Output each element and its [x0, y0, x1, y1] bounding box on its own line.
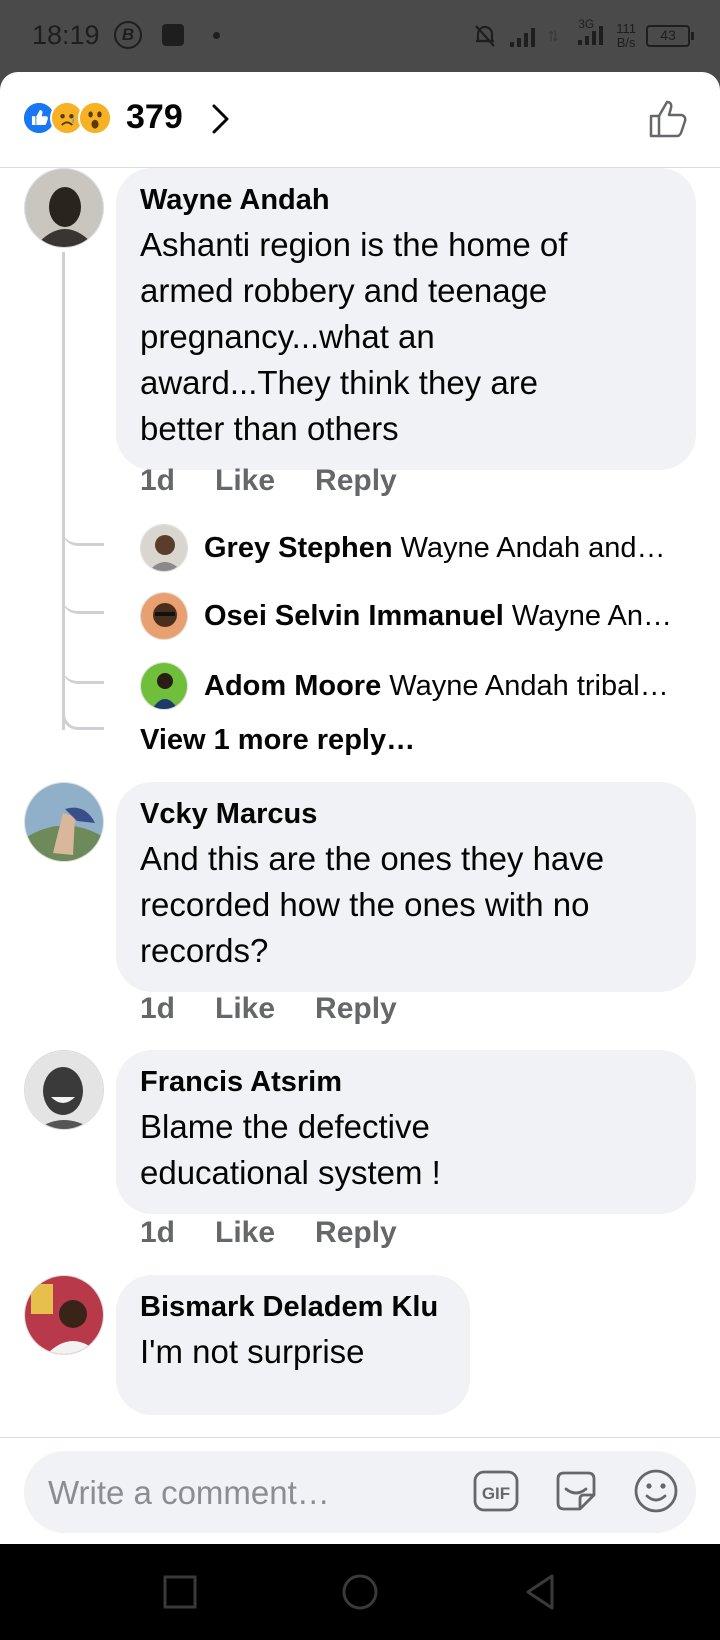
reply-snippet: Wayne An… [511, 600, 672, 632]
gif-icon[interactable]: GIF [472, 1469, 520, 1513]
comment-author[interactable]: Wayne Andah [140, 182, 672, 218]
reply-button[interactable]: Reply [315, 464, 397, 498]
comment-line: Blame the defective [140, 1108, 430, 1145]
comment-line: records? [140, 932, 269, 969]
status-icons: 3G 111 B/s 43 [472, 16, 694, 56]
comment-line: award...They think they are [140, 364, 539, 401]
reply-author[interactable]: Osei Selvin Immanuel [204, 600, 504, 632]
avatar-image [141, 663, 187, 709]
comment-input[interactable]: Write a comment… GIF [24, 1451, 696, 1533]
sticker-icon[interactable] [552, 1467, 600, 1515]
reply-author[interactable]: Adom Moore [204, 670, 381, 702]
comment-author[interactable]: Vcky Marcus [140, 796, 672, 832]
avatar-image [141, 525, 187, 571]
reactions-header[interactable]: 379 [0, 72, 720, 168]
speed-unit: B/s [616, 35, 636, 50]
thread-connector-end [62, 702, 104, 730]
comment-text: I'm not surprise [140, 1329, 446, 1375]
avatar-image [25, 1051, 103, 1129]
comment-line: better than others [140, 410, 399, 447]
like-button[interactable]: Like [215, 992, 275, 1026]
comments-sheet: 379 Wayne Andah Ashanti region is the ho… [0, 72, 720, 1544]
avatar-francis-atsrim[interactable] [24, 1050, 104, 1130]
comment-input-placeholder: Write a comment… [48, 1474, 330, 1511]
comment-text: And this are the ones they have recorded… [140, 836, 672, 974]
bell-off-icon [475, 25, 496, 47]
comment-line: pregnancy...what an [140, 318, 435, 355]
comment-line: And this are the ones they have [140, 840, 605, 877]
comment-actions: 1d Like Reply [140, 1216, 397, 1250]
avatar-grey-stephen[interactable] [140, 524, 188, 572]
avatar-wayne-andah[interactable] [24, 168, 104, 248]
emoji-icon[interactable] [632, 1467, 680, 1515]
comment-bubble[interactable]: Vcky Marcus And this are the ones they h… [116, 782, 696, 992]
comment-bubble[interactable]: Wayne Andah Ashanti region is the home o… [116, 168, 696, 470]
reply-button[interactable]: Reply [315, 992, 397, 1026]
speed-value: 111 [616, 21, 636, 36]
thread-connector [62, 656, 104, 684]
like-button[interactable]: Like [215, 464, 275, 498]
view-more-replies-link[interactable]: View 1 more reply… [140, 724, 415, 757]
network-speed: 111 B/s [616, 22, 636, 50]
recent-apps-icon[interactable] [158, 1570, 202, 1614]
comment-line: Ashanti region is the home of [140, 226, 568, 263]
comment-line: armed robbery and teenage [140, 272, 548, 309]
comment-bubble[interactable]: Bismark Deladem Klu I'm not surprise [116, 1275, 470, 1415]
avatar-osei-selvin-immanuel[interactable] [140, 592, 188, 640]
avatar-adom-moore[interactable] [140, 662, 188, 710]
signal-icon [510, 28, 536, 47]
comment-actions: 1d Like Reply [140, 992, 397, 1026]
avatar-image [25, 783, 103, 861]
comment-actions: 1d Like Reply [140, 464, 397, 498]
comment-line: I'm not surprise [140, 1333, 365, 1370]
more-notifications-dot-icon [213, 32, 220, 39]
b-app-icon: B [114, 21, 142, 49]
status-time: 18:19 [32, 20, 100, 50]
app-notification-icon [162, 24, 184, 46]
comment-text: Ashanti region is the home of armed robb… [140, 222, 672, 452]
reaction-count: 379 [126, 98, 183, 136]
back-icon[interactable] [518, 1570, 562, 1614]
avatar-image [25, 169, 103, 247]
reply-text: Adom Moore Wayne Andah tribal… [204, 670, 684, 703]
comment-author[interactable]: Bismark Deladem Klu [140, 1289, 446, 1325]
gif-label: GIF [482, 1484, 510, 1503]
network-type: 3G [578, 16, 595, 31]
like-thumb-icon[interactable] [648, 98, 690, 140]
reaction-icons [22, 101, 112, 135]
comment-line: recorded how the ones with no [140, 886, 590, 923]
avatar-bismark-deladem-klu[interactable] [24, 1275, 104, 1355]
comment-bubble[interactable]: Francis Atsrim Blame the defective educa… [116, 1050, 696, 1214]
like-button[interactable]: Like [215, 1216, 275, 1250]
status-bar: 18:19 B 3G 111 B/s 43 [0, 0, 720, 72]
reply-preview[interactable]: Adom Moore Wayne Andah tribal… [0, 662, 720, 712]
thread-connector [62, 518, 104, 546]
avatar-vcky-marcus[interactable] [24, 782, 104, 862]
reply-snippet: Wayne Andah and… [400, 532, 666, 564]
comment-composer: Write a comment… GIF [0, 1437, 720, 1544]
home-icon[interactable] [338, 1570, 382, 1614]
system-nav-bar [0, 1544, 720, 1640]
comment-time: 1d [140, 464, 176, 497]
reply-text: Osei Selvin Immanuel Wayne An… [204, 600, 684, 633]
thread-connector [62, 586, 104, 614]
reply-preview[interactable]: Osei Selvin Immanuel Wayne An… [0, 592, 720, 642]
avatar-image [25, 1276, 103, 1354]
reply-snippet: Wayne Andah tribal… [389, 670, 669, 702]
reply-text: Grey Stephen Wayne Andah and… [204, 532, 684, 565]
reply-preview[interactable]: Grey Stephen Wayne Andah and… [0, 524, 720, 574]
reply-author[interactable]: Grey Stephen [204, 532, 393, 564]
avatar-image [141, 593, 187, 639]
chevron-right-icon[interactable] [206, 102, 234, 136]
battery-icon: 43 [646, 25, 694, 47]
wow-icon [78, 101, 112, 135]
signal-3g: 3G [576, 17, 606, 50]
comment-time: 1d [140, 992, 176, 1025]
reply-button[interactable]: Reply [315, 1216, 397, 1250]
comment-line: educational system ! [140, 1154, 441, 1191]
comment-author[interactable]: Francis Atsrim [140, 1064, 672, 1100]
comment-time: 1d [140, 1216, 176, 1249]
data-arrows-icon [548, 30, 558, 42]
comment-text: Blame the defective educational system ! [140, 1104, 672, 1196]
